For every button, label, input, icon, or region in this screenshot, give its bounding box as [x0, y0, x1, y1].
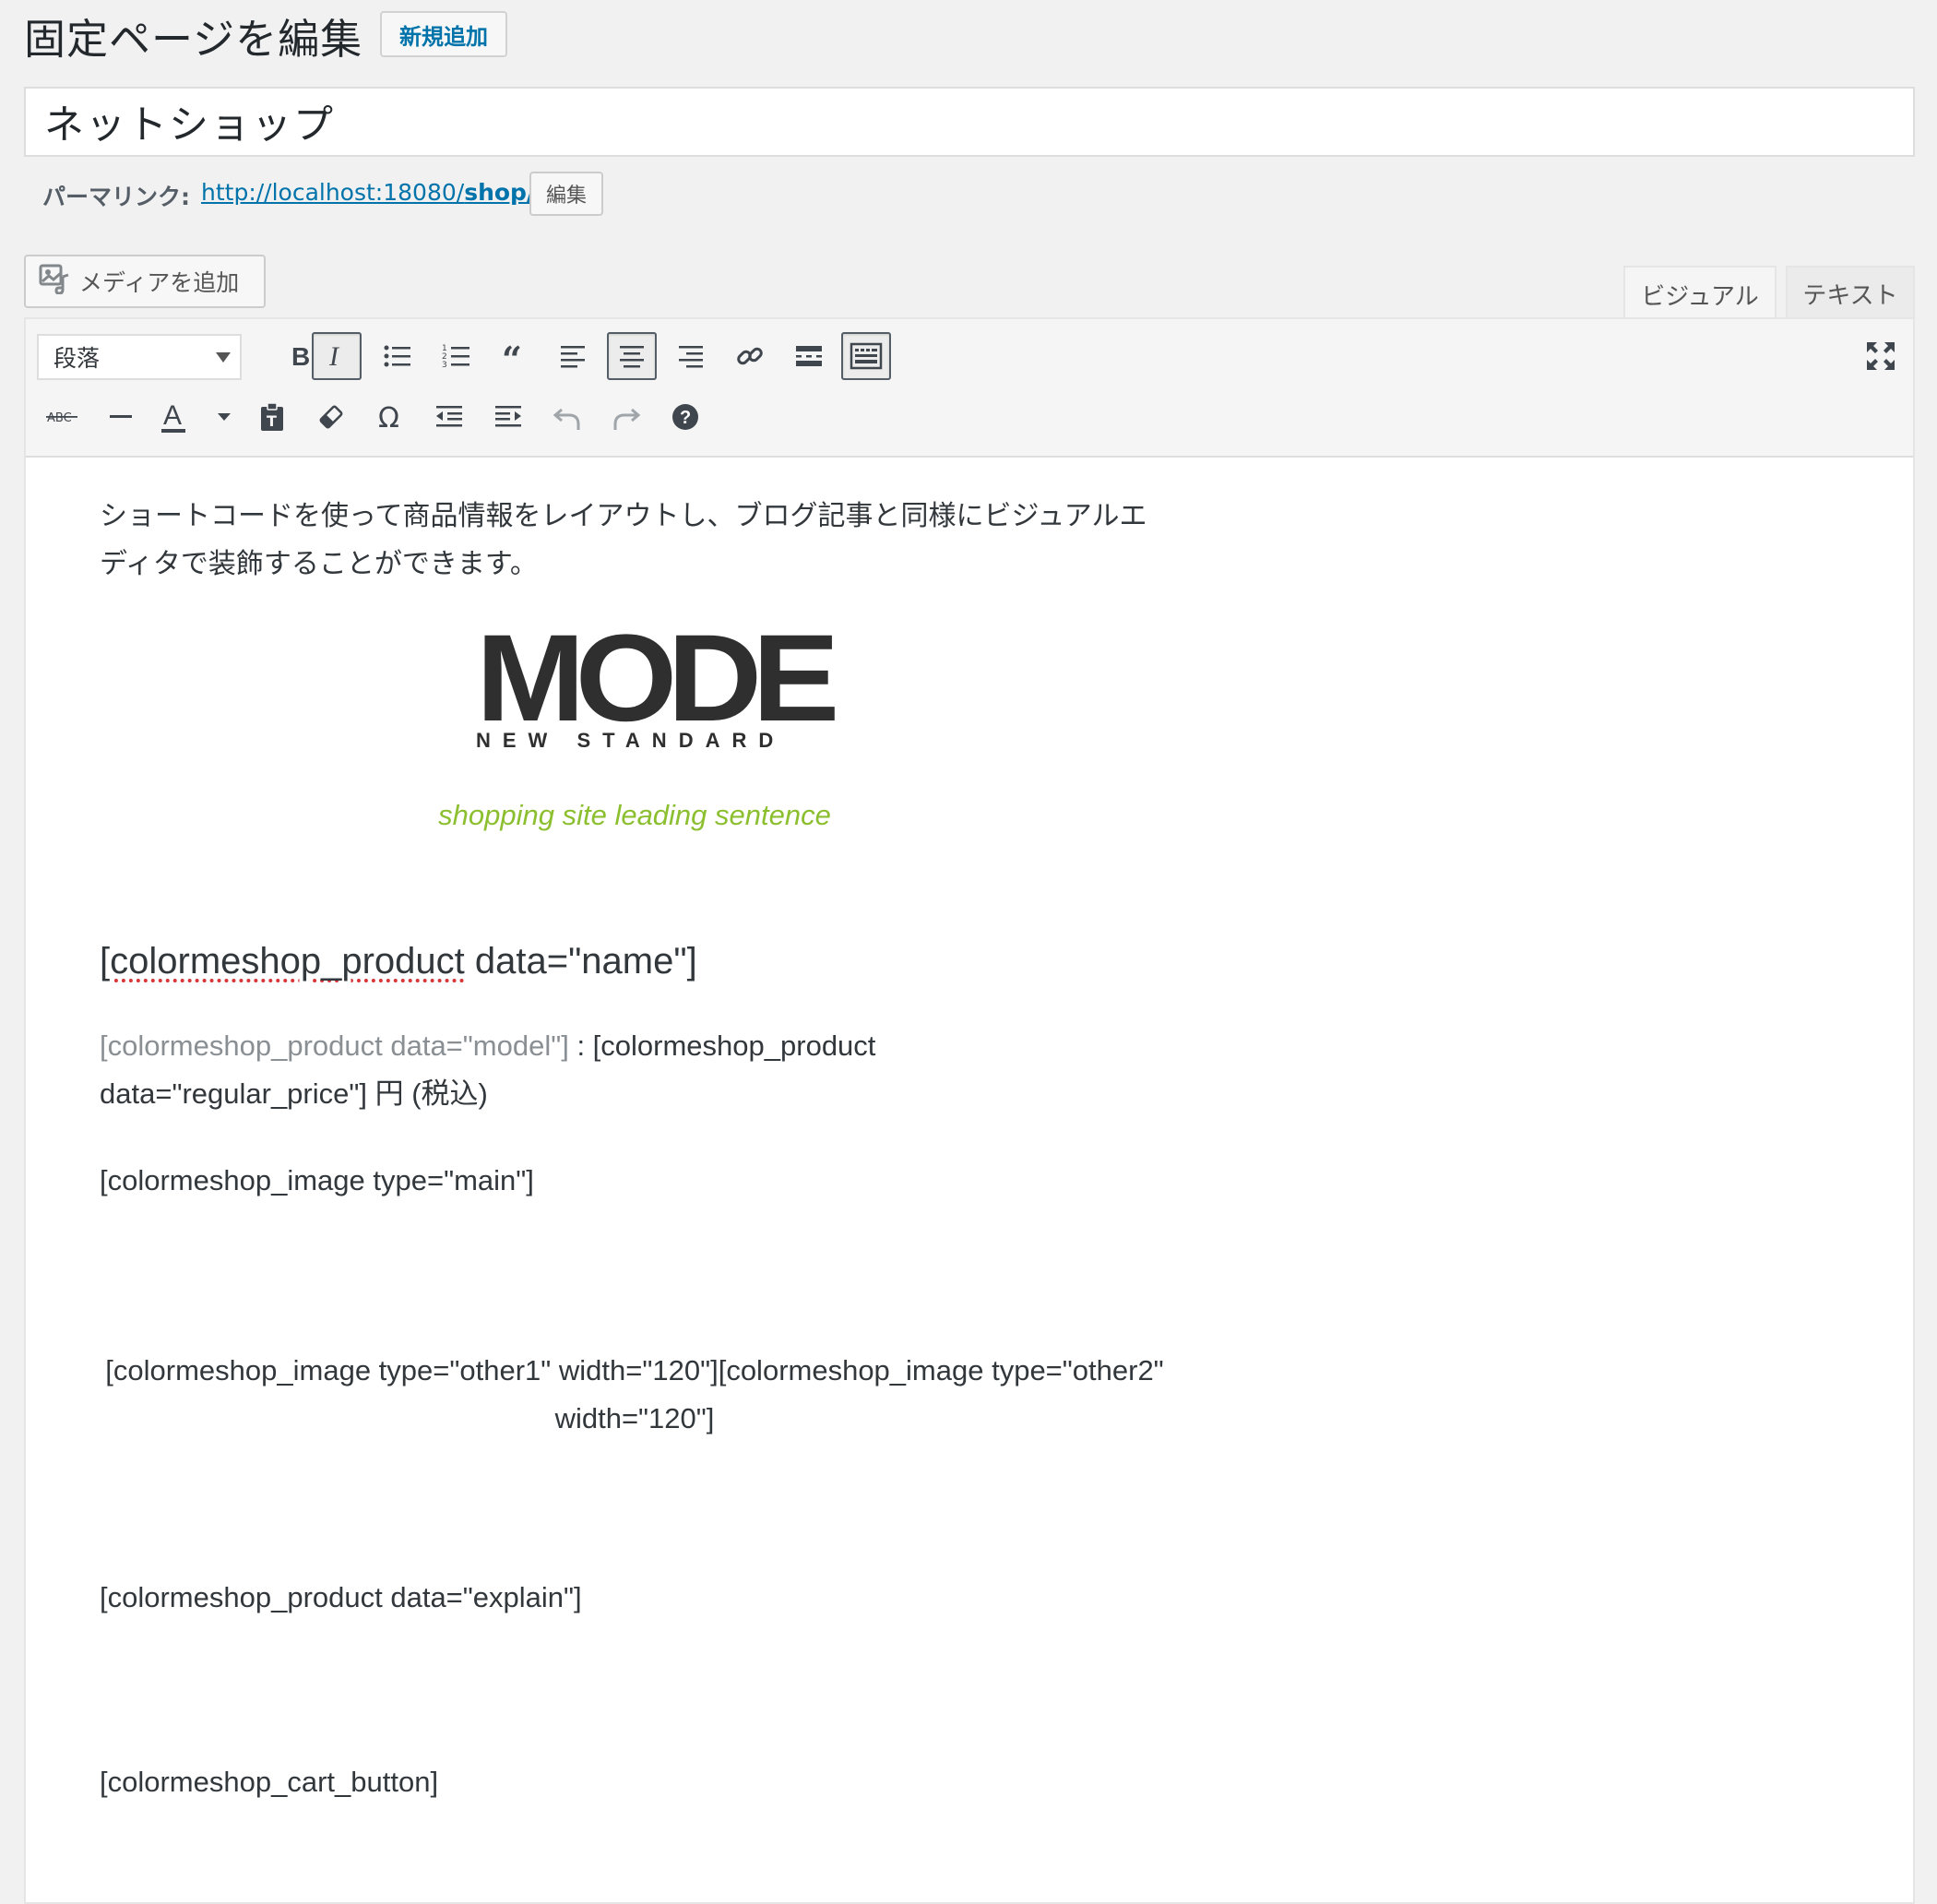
link-icon[interactable]: [725, 332, 775, 380]
text-color-icon[interactable]: A: [155, 393, 203, 441]
tab-text[interactable]: テキスト: [1786, 266, 1915, 319]
tab-visual[interactable]: ビジュアル: [1623, 266, 1777, 321]
spellcheck-word: [colormeshop_product: [100, 941, 465, 982]
italic-icon[interactable]: I: [312, 332, 362, 380]
text-color-dropdown-icon[interactable]: [210, 393, 238, 441]
mode-logo[interactable]: MODE NEW STANDARD: [476, 617, 839, 753]
toolbar-toggle-icon[interactable]: [841, 332, 891, 380]
align-right-icon[interactable]: [666, 332, 716, 380]
blockquote-icon[interactable]: “: [491, 332, 541, 380]
align-left-icon[interactable]: [548, 332, 598, 380]
lead-sentence[interactable]: shopping site leading sentence: [341, 799, 928, 832]
main-image-shortcode[interactable]: [colormeshop_image type="main"]: [100, 1164, 534, 1197]
horizontal-line-icon[interactable]: [96, 393, 146, 441]
add-new-button[interactable]: 新規追加: [380, 11, 507, 57]
format-select[interactable]: 段落: [37, 334, 242, 380]
help-icon[interactable]: ?: [660, 393, 710, 441]
permalink-slug: shop/: [464, 179, 536, 206]
svg-text:ABC: ABC: [47, 411, 72, 425]
product-name-shortcode[interactable]: [colormeshop_product data="name"]: [100, 941, 697, 982]
other-images-shortcode[interactable]: [colormeshop_image type="other1" width="…: [100, 1347, 1170, 1443]
read-more-icon[interactable]: [784, 332, 834, 380]
outdent-icon[interactable]: [424, 393, 474, 441]
svg-text:A: A: [163, 400, 182, 431]
undo-icon[interactable]: [542, 393, 592, 441]
product-name-shortcode-rest: data="name"]: [464, 941, 697, 982]
permalink-label: パーマリンク:: [42, 184, 190, 210]
media-icon: [39, 263, 70, 300]
cart-button-shortcode[interactable]: [colormeshop_cart_button]: [100, 1766, 438, 1799]
add-media-label: メディアを追加: [79, 269, 240, 296]
add-media-button[interactable]: メディアを追加: [24, 255, 266, 308]
page-title: 固定ページを編集: [24, 15, 363, 64]
indent-icon[interactable]: [483, 393, 533, 441]
clear-formatting-icon[interactable]: [306, 393, 356, 441]
editor-toolbar: B I 123 “ ABC A T Ω ?: [26, 319, 1913, 458]
numbered-list-icon[interactable]: 123: [432, 332, 481, 380]
fullscreen-icon[interactable]: [1856, 332, 1906, 380]
model-price-shortcode[interactable]: [colormeshop_product data="model"] : [co…: [100, 1022, 1077, 1118]
edit-slug-button[interactable]: 編集: [529, 172, 603, 216]
paste-as-text-icon[interactable]: T: [247, 393, 297, 441]
logo-main-text: MODE: [476, 610, 839, 747]
bulleted-list-icon[interactable]: [373, 332, 422, 380]
intro-paragraph[interactable]: ショートコードを使って商品情報をレイアウトし、ブログ記事と同様にビジュアルエディ…: [100, 493, 1170, 589]
chevron-down-icon: [216, 352, 231, 363]
svg-text:B: B: [291, 342, 310, 370]
svg-text:Ω: Ω: [378, 403, 399, 431]
strikethrough-icon[interactable]: ABC: [35, 393, 90, 441]
redo-icon[interactable]: [601, 393, 651, 441]
permalink-link[interactable]: http://localhost:18080/shop/: [201, 179, 535, 206]
permalink-base: http://localhost:18080/: [201, 179, 465, 206]
align-center-icon[interactable]: [607, 332, 657, 380]
svg-text:I: I: [328, 342, 340, 370]
format-select-value: 段落: [53, 345, 101, 372]
explain-shortcode[interactable]: [colormeshop_product data="explain"]: [100, 1581, 582, 1614]
svg-text:?: ?: [680, 408, 691, 428]
svg-text:“: “: [502, 342, 522, 370]
svg-text:T: T: [267, 412, 277, 430]
model-shortcode: [colormeshop_product data="model"]: [100, 1029, 569, 1062]
special-character-icon[interactable]: Ω: [365, 393, 415, 441]
post-title-input[interactable]: ネットショップ: [24, 87, 1915, 157]
svg-text:3: 3: [442, 361, 447, 370]
